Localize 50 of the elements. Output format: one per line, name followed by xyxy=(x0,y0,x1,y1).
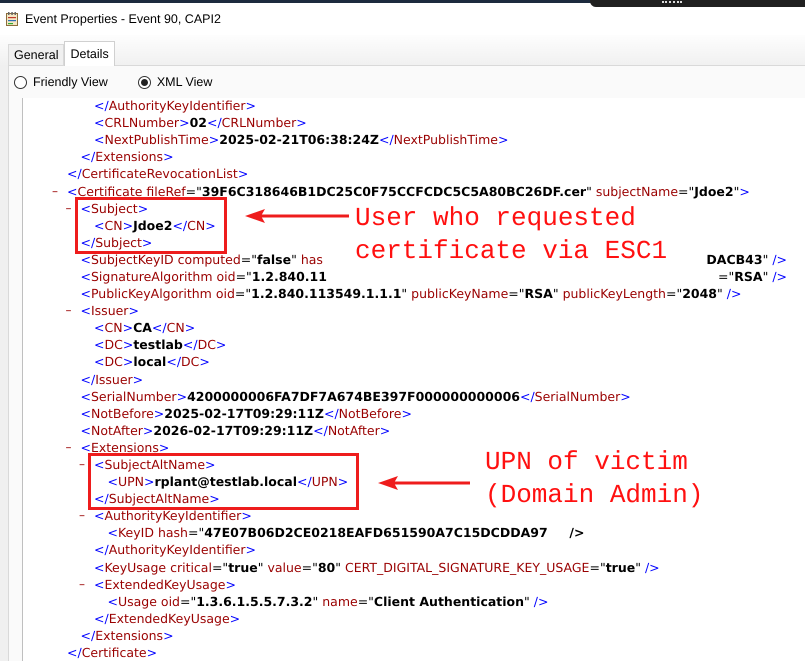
collapse-toggle[interactable]: – xyxy=(79,576,85,593)
collapse-toggle[interactable]: – xyxy=(66,302,72,320)
xml-line: <SubjectKeyID computed="false" has xyxy=(80,250,323,268)
collapse-toggle[interactable]: – xyxy=(66,200,72,217)
xml-line: </AuthorityKeyIdentifier> xyxy=(94,541,256,558)
xml-line: <ExtendedKeyUsage> xyxy=(94,576,236,593)
xml-line: </Extensions> xyxy=(80,626,174,644)
xml-line: <SerialNumber>4200000006FA7DF7A674BE397F000000000006</SerialNumber> xyxy=(80,388,631,405)
xml-line: <Issuer> xyxy=(80,302,139,320)
radio-button[interactable] xyxy=(138,76,151,88)
xml-line: <CN>CA</CN> xyxy=(94,319,196,336)
tab[interactable]: General xyxy=(8,44,64,65)
xml-line: <SignatureAlgorithm oid="1.2.840.11 xyxy=(80,268,327,285)
xml-line: <Extensions> xyxy=(80,438,170,456)
xml-line: </CertificateRevocationList> xyxy=(67,165,248,182)
xml-line: <NextPublishTime>2025-02-21T06:38:24Z</NextPublishTime> xyxy=(94,131,508,148)
xml-line: <SubjectAltName> xyxy=(94,456,216,474)
collapse-toggle[interactable]: – xyxy=(79,456,85,473)
collapse-toggle[interactable]: – xyxy=(52,182,58,200)
collapse-toggle[interactable]: – xyxy=(66,438,72,456)
xml-line: <PublicKeyAlgorithm oid="1.2.840.113549.1.1.1" publicKeyName="RSA" publicKeyLength="2048" /> xyxy=(80,285,742,302)
xml-line: <Subject> xyxy=(80,200,148,217)
xml-line: <Usage oid="1.3.6.1.5.5.7.3.2" name="Client Authentication" /> xyxy=(108,592,548,610)
xml-line: ="RSA" /> xyxy=(718,268,787,285)
event-log-icon xyxy=(6,12,18,26)
xml-line: </Subject> xyxy=(80,234,152,251)
xml-line: <CRLNumber>02</CRLNumber> xyxy=(94,114,307,132)
xml-line: <DC>local</DC> xyxy=(94,353,210,370)
xml-line: <AuthorityKeyIdentifier> xyxy=(94,507,252,524)
xml-line: <KeyUsage critical="true" value="80" CERT_DIGITAL_SIGNATURE_KEY_USAGE="true" /> xyxy=(94,558,660,576)
xml-line: <Certificate fileRef="39F6C318646B1DC25C0F75CCFCDC5C5A80BC26DF.cer" subjectName="Jdoe2"> xyxy=(67,182,750,200)
xml-line: </Certificate> xyxy=(67,644,158,661)
radio-button[interactable] xyxy=(14,76,27,88)
xml-line: <NotBefore>2025-02-17T09:29:11Z</NotBefore> xyxy=(80,404,412,422)
xml-line: <DC>testlab</DC> xyxy=(94,336,226,354)
xml-line: <UPN>rplant@testlab.local</UPN> xyxy=(108,473,348,490)
tab[interactable]: Details xyxy=(64,41,115,66)
xml-line: <NotAfter>2026-02-17T09:29:11Z</NotAfter> xyxy=(80,422,390,439)
radio-label[interactable]: Friendly View xyxy=(33,75,108,89)
radio-label[interactable]: XML View xyxy=(156,75,212,89)
xml-line: </ExtendedKeyUsage> xyxy=(94,610,240,627)
window-title: Event Properties - Event 90, CAPI2 xyxy=(25,12,221,26)
xml-line: <CN>Jdoe2</CN> xyxy=(94,216,216,234)
xml-line: <KeyID hash="47E07B06D2CE0218EAFD651590A7C15DCDDA97 /> xyxy=(108,524,584,542)
xml-line: </Issuer> xyxy=(80,370,144,388)
collapse-toggle[interactable]: – xyxy=(79,507,85,524)
xml-line: </SubjectAltName> xyxy=(94,490,220,508)
xml-line: DACB43" /> xyxy=(706,250,787,268)
xml-line: </Extensions> xyxy=(80,148,174,166)
xml-line: </AuthorityKeyIdentifier> xyxy=(94,98,256,114)
